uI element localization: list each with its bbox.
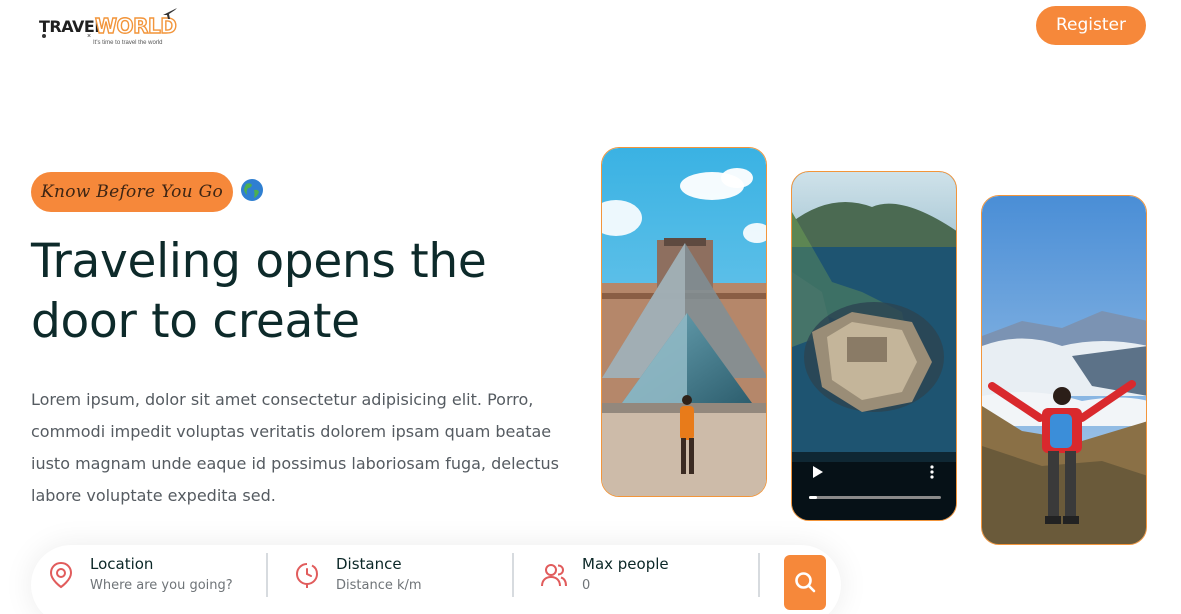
- group-icon: [541, 564, 567, 587]
- logo-dot: [42, 34, 46, 38]
- hero-subtitle-pill: Know Before You Go: [31, 172, 233, 212]
- airplane-icon: [163, 8, 177, 19]
- more-vertical-icon: [930, 465, 934, 469]
- globe-icon: [241, 179, 263, 201]
- site-logo[interactable]: TRAVEL WORLD × It's time to travel the w…: [36, 6, 181, 50]
- hero-subtitle: Know Before You Go: [40, 182, 224, 202]
- register-button[interactable]: Register: [1036, 6, 1146, 45]
- distance-field[interactable]: Distance Distance k/m: [294, 545, 504, 605]
- max-people-label: Max people: [582, 555, 669, 573]
- logo-x-mark: ×: [87, 33, 92, 40]
- search-divider: [758, 553, 760, 597]
- location-field[interactable]: Location Where are you going?: [48, 545, 258, 605]
- clock-icon: [295, 563, 318, 588]
- max-people-input[interactable]: 0: [582, 578, 590, 593]
- search-bar: Location Where are you going? Distance D…: [31, 545, 841, 614]
- location-pin-icon: [49, 561, 73, 589]
- hero-description: Lorem ipsum, dolor sit amet consectetur …: [31, 390, 559, 505]
- hero-image-hiker: [981, 195, 1147, 545]
- hero-video-fort[interactable]: [791, 171, 957, 521]
- location-input[interactable]: Where are you going?: [90, 578, 233, 593]
- search-button[interactable]: [784, 555, 826, 610]
- hero-title-line-1: Traveling opens the: [31, 234, 487, 289]
- location-label: Location: [90, 555, 154, 573]
- search-divider: [512, 553, 514, 597]
- hero-image-louvre: [601, 147, 767, 497]
- distance-label: Distance: [336, 555, 402, 573]
- search-divider: [266, 553, 268, 597]
- logo-tagline: It's time to travel the world: [93, 40, 163, 46]
- distance-input[interactable]: Distance k/m: [336, 578, 422, 593]
- search-icon: [795, 572, 816, 593]
- hero-title: Traveling opens the door to create: [31, 232, 591, 352]
- max-people-field[interactable]: Max people 0: [540, 545, 750, 605]
- hero-title-line-2: door to create: [31, 294, 360, 349]
